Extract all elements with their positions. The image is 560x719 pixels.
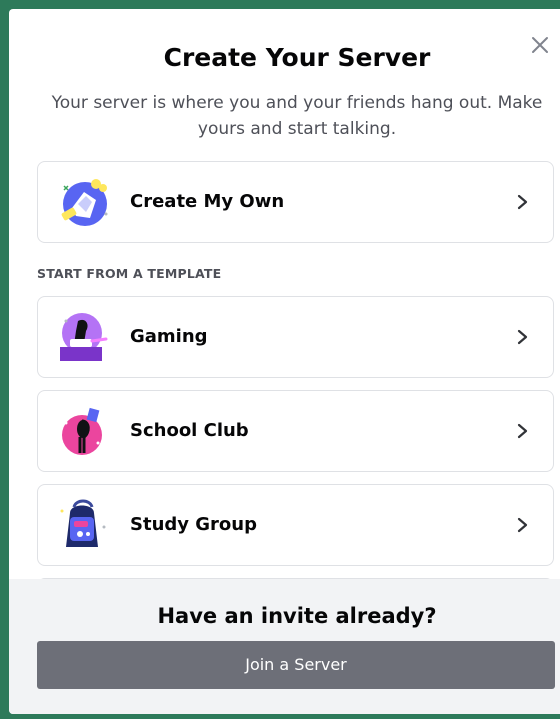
create-server-icon — [61, 179, 108, 226]
chevron-right-icon — [517, 329, 528, 345]
chevron-right-icon — [517, 517, 528, 533]
join-server-button[interactable]: Join a Server — [37, 641, 555, 689]
modal-title: Create Your Server — [163, 43, 431, 72]
footer-title: Have an invite already? — [157, 604, 437, 628]
chevron-right-icon — [517, 194, 528, 210]
template-gaming-button[interactable]: Gaming — [37, 296, 554, 378]
create-my-own-label: Create My Own — [130, 191, 285, 212]
modal-footer: Have an invite already? Join a Server — [9, 579, 560, 714]
school-club-icon — [62, 407, 102, 455]
template-study-group-button[interactable]: Study Group — [37, 484, 554, 566]
template-section-header: START FROM A TEMPLATE — [37, 266, 222, 281]
template-school-club-label: School Club — [130, 420, 249, 441]
chevron-right-icon — [517, 423, 528, 439]
gaming-icon — [60, 313, 108, 361]
template-gaming-label: Gaming — [130, 326, 208, 347]
create-my-own-button[interactable]: Create My Own — [37, 161, 554, 243]
modal-subtitle: Your server is where you and your friend… — [51, 93, 543, 139]
study-group-icon — [60, 499, 106, 547]
template-study-group-label: Study Group — [130, 514, 257, 535]
template-school-club-button[interactable]: School Club — [37, 390, 554, 472]
create-server-modal: Create Your Server Your server is where … — [9, 9, 560, 714]
